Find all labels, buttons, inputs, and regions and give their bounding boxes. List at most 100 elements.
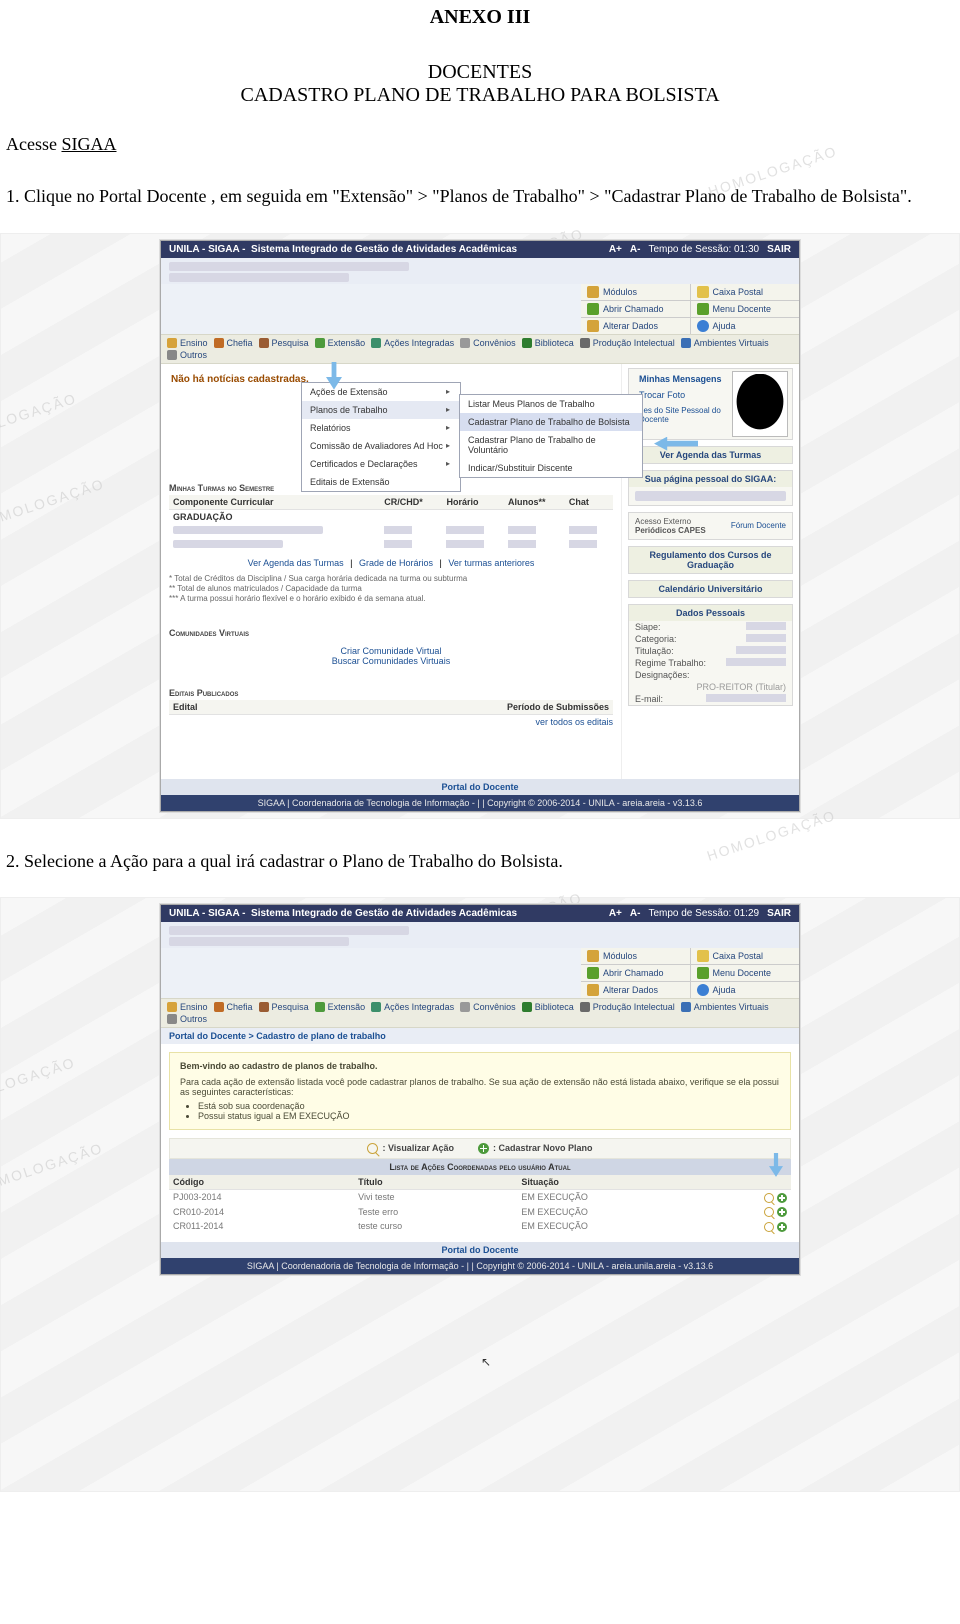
link-trocar-foto[interactable]: Trocar Foto [633,387,732,403]
cell-situacao: EM EXECUÇÃO [517,1205,751,1220]
menu-ambientes-2[interactable]: Ambientes Virtuais [681,1002,769,1012]
table-row: CR010-2014Teste erroEM EXECUÇÃO [169,1205,791,1220]
capes-main[interactable]: Periódicos CAPES [635,526,706,535]
dropdown-item-cadastrar-bolsista[interactable]: Cadastrar Plano de Trabalho de Bolsista [460,413,642,431]
menu-biblioteca-2[interactable]: Biblioteca [522,1002,574,1012]
link-modulos-label: Módulos [603,287,637,297]
link-modulos[interactable]: Módulos [581,284,690,300]
logout-button[interactable]: SAIR [767,244,791,255]
main-menu: Ensino Chefia Pesquisa Extensão Ações In… [161,334,799,364]
link-alterar-2[interactable]: Alterar Dados [581,982,690,998]
link-portal-docente-2[interactable]: Portal do Docente [161,1242,799,1258]
menu-extensao[interactable]: Extensão [315,338,366,348]
cadastrar-icon[interactable] [777,1222,787,1232]
visualizar-icon[interactable] [764,1193,774,1203]
dropdown-item-comissao[interactable]: Comissão de Avaliadores Ad Hoc▸ [302,437,460,455]
lbl-regime: Regime Trabalho: [635,658,706,668]
dropdown-item-certificados[interactable]: Certificados e Declarações▸ [302,455,460,473]
link-ver-agenda[interactable]: Ver Agenda das Turmas [248,558,344,568]
link-minhas-mensagens[interactable]: Minhas Mensagens [633,371,732,387]
link-ajuda-2[interactable]: Ajuda [691,982,800,998]
link-site-docente[interactable]: des do Site Pessoal do Docente [633,403,732,427]
side-agenda: Ver Agenda das Turmas [628,446,793,464]
cadastrar-icon[interactable] [777,1193,787,1203]
footer-2: SIGAA | Coordenadoria de Tecnologia de I… [161,1258,799,1274]
link-modulos-2-label: Módulos [603,951,637,961]
font-increase[interactable]: A+ [609,244,622,255]
menu-pesquisa-2[interactable]: Pesquisa [259,1002,309,1012]
table-row [169,524,613,538]
top-links: Módulos Caixa Postal Abrir Chamado Menu … [161,284,799,334]
cell-situacao: EM EXECUÇÃO [517,1219,751,1234]
link-ajuda-label: Ajuda [713,321,736,331]
menu-convenios-2[interactable]: Convênios [460,1002,516,1012]
menu-ensino[interactable]: Ensino [167,338,208,348]
menu-convenios[interactable]: Convênios [460,338,516,348]
dropdown-item-listar-planos[interactable]: Listar Meus Planos de Trabalho [460,395,642,413]
th-periodo: Período de Submissões [270,700,613,715]
turmas-table: Componente Curricular CR/CHD* Horário Al… [169,495,613,552]
link-grade[interactable]: Grade de Horários [359,558,433,568]
menu-pesquisa[interactable]: Pesquisa [259,338,309,348]
menu-producao[interactable]: Produção Intelectual [580,338,675,348]
visualizar-icon[interactable] [764,1222,774,1232]
link-ajuda[interactable]: Ajuda [691,318,800,334]
menu-chefia-2[interactable]: Chefia [214,1002,253,1012]
link-alterar-dados[interactable]: Alterar Dados [581,318,690,334]
link-abrir-chamado[interactable]: Abrir Chamado [581,301,690,317]
link-modulos-2[interactable]: Módulos [581,948,690,964]
menu-chefia[interactable]: Chefia [214,338,253,348]
side-capes-forum: Acesso Externo Periódicos CAPES Fórum Do… [628,512,793,540]
menu-biblioteca[interactable]: Biblioteca [522,338,574,348]
dropdown-item-cadastrar-voluntario[interactable]: Cadastrar Plano de Trabalho de Voluntári… [460,431,642,459]
side-regulamento[interactable]: Regulamento dos Cursos de Graduação [628,546,793,574]
menu-ensino-2[interactable]: Ensino [167,1002,208,1012]
menu-outros-2[interactable]: Outros [167,1014,207,1024]
m2-biblioteca: Biblioteca [535,1002,574,1012]
content-area: Ações de Extensão▸ Planos de Trabalho▸ R… [161,364,799,779]
menu-ambientes-label: Ambientes Virtuais [694,338,769,348]
dropdown-item-indicar-discente[interactable]: Indicar/Substituir Discente [460,459,642,477]
link-ver-agenda-turmas[interactable]: Ver Agenda das Turmas [629,447,792,463]
welcome-text: Para cada ação de extensão listada você … [180,1077,780,1097]
table-row: CR011-2014teste cursoEM EXECUÇÃO [169,1219,791,1234]
dd1-i2: Relatórios [310,423,351,433]
menu-producao-2[interactable]: Produção Intelectual [580,1002,675,1012]
link-portal-docente[interactable]: Portal do Docente [161,779,799,795]
dropdown-item-editais[interactable]: Editais de Extensão [302,473,460,491]
font-decrease-2[interactable]: A- [630,908,641,919]
menu-extensao-2[interactable]: Extensão [315,1002,366,1012]
menu-ambientes[interactable]: Ambientes Virtuais [681,338,769,348]
link-menu-docente[interactable]: Menu Docente [691,301,800,317]
dd1-i1: Planos de Trabalho [310,405,388,415]
link-caixa-postal[interactable]: Caixa Postal [691,284,800,300]
m2-convenios: Convênios [473,1002,516,1012]
visualizar-icon[interactable] [764,1207,774,1217]
link-menu-docente-2[interactable]: Menu Docente [691,965,800,981]
side-calendario[interactable]: Calendário Universitário [628,580,793,598]
link-caixa-2[interactable]: Caixa Postal [691,948,800,964]
breadcrumb: Portal do Docente > Cadastro de plano de… [161,1028,799,1044]
dropdown-item-relatorios[interactable]: Relatórios▸ [302,419,460,437]
magnifier-icon [367,1143,378,1154]
link-caixa-label: Caixa Postal [713,287,764,297]
dropdown-item-acoes-extensao[interactable]: Ações de Extensão▸ [302,383,460,401]
font-increase-2[interactable]: A+ [609,908,622,919]
dropdown-item-planos-trabalho[interactable]: Planos de Trabalho▸ [302,401,460,419]
link-criar-comunidade[interactable]: Criar Comunidade Virtual [341,646,442,656]
link-ver-todos-editais[interactable]: ver todos os editais [169,715,613,729]
m2-acoes: Ações Integradas [384,1002,454,1012]
lbl-categoria: Categoria: [635,634,677,644]
th-titulo: Título [354,1175,517,1190]
link-abrir-2[interactable]: Abrir Chamado [581,965,690,981]
link-turmas-anteriores[interactable]: Ver turmas anteriores [448,558,534,568]
menu-acoes-integradas[interactable]: Ações Integradas [371,338,454,348]
menu-outros[interactable]: Outros [167,350,207,360]
session-timer: Tempo de Sessão: 01:30 [648,244,759,255]
link-buscar-comunidades[interactable]: Buscar Comunidades Virtuais [332,656,450,666]
menu-acoes-2[interactable]: Ações Integradas [371,1002,454,1012]
cadastrar-icon[interactable] [777,1207,787,1217]
logout-button-2[interactable]: SAIR [767,908,791,919]
font-decrease[interactable]: A- [630,244,641,255]
link-forum-docente[interactable]: Fórum Docente [731,521,786,530]
